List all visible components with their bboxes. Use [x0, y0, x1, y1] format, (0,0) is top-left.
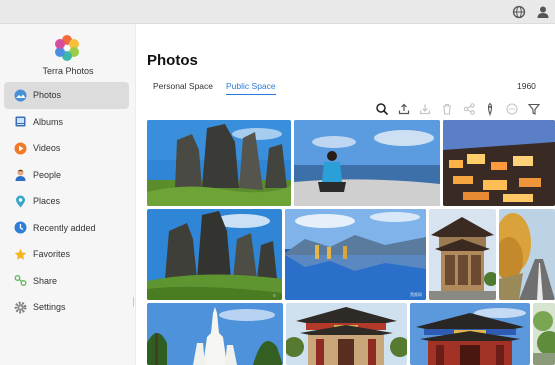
photo-watermark: © — [273, 293, 276, 298]
photo-thumbnail[interactable] — [443, 120, 555, 206]
share-icon — [14, 275, 27, 287]
sidebar-item-places[interactable]: Places — [4, 188, 129, 215]
sidebar-item-label: Albums — [33, 116, 64, 127]
recently-added-icon — [14, 221, 27, 234]
main-content: Photos Personal Space Public Space 1960 — [137, 24, 555, 365]
places-icon — [16, 195, 25, 208]
albums-icon — [15, 116, 26, 127]
sidebar-item-settings[interactable]: Settings — [4, 294, 129, 321]
sidebar: Terra Photos Photos Albums Videos People… — [0, 24, 136, 365]
sidebar-item-share[interactable]: Share — [4, 268, 129, 295]
sidebar-item-label: Videos — [33, 143, 61, 154]
photo-thumbnail[interactable] — [147, 303, 283, 365]
favorites-icon — [14, 248, 27, 260]
sidebar-item-favorites[interactable]: Favorites — [4, 241, 129, 268]
sidebar-item-label: Places — [33, 196, 61, 207]
top-bar — [0, 0, 555, 24]
settings-icon — [14, 301, 27, 314]
terra-photos-logo — [55, 35, 79, 61]
sidebar-item-albums[interactable]: Albums — [4, 109, 129, 136]
sidebar-item-label: Favorites — [33, 249, 71, 260]
photo-grid: © 黑颜网 — [137, 24, 555, 365]
sidebar-item-videos[interactable]: Videos — [4, 135, 129, 162]
sidebar-resize-handle[interactable] — [133, 297, 134, 307]
sidebar-item-recently-added[interactable]: Recently added — [4, 215, 129, 242]
photo-thumbnail[interactable] — [410, 303, 530, 365]
photo-watermark: 黑颜网 — [410, 292, 422, 297]
photo-thumbnail[interactable]: 黑颜网 — [285, 209, 426, 300]
sidebar-item-photos[interactable]: Photos — [4, 82, 129, 109]
photos-icon — [14, 89, 27, 102]
sidebar-item-label: Settings — [33, 302, 66, 313]
sidebar-item-label: Share — [33, 275, 58, 286]
sidebar-item-people[interactable]: People — [4, 162, 129, 189]
videos-icon — [14, 142, 27, 155]
sidebar-item-label: People — [33, 169, 62, 180]
photo-thumbnail[interactable] — [286, 303, 407, 365]
photo-thumbnail[interactable]: © — [147, 209, 282, 300]
sidebar-item-label: Recently added — [33, 222, 96, 233]
sidebar-item-label: Photos — [33, 90, 62, 101]
photo-thumbnail[interactable] — [533, 303, 555, 365]
photo-thumbnail[interactable] — [499, 209, 555, 300]
user-icon[interactable] — [535, 4, 551, 20]
app-name: Terra Photos — [42, 66, 94, 76]
photo-thumbnail[interactable] — [147, 120, 291, 206]
globe-icon[interactable] — [511, 4, 527, 20]
sidebar-nav: Photos Albums Videos People Places Recen… — [4, 82, 129, 321]
people-icon — [15, 169, 26, 182]
photo-thumbnail[interactable] — [429, 209, 496, 300]
photo-thumbnail[interactable] — [294, 120, 440, 206]
